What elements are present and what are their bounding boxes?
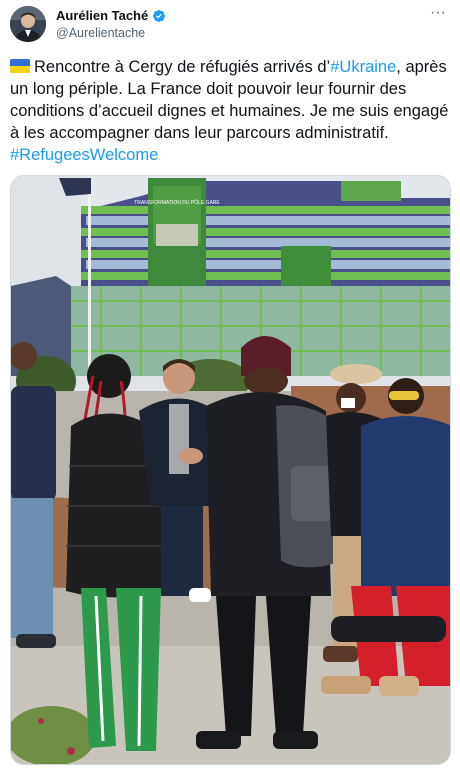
tweet-photo[interactable]: TRANSFORMATION DU PÔLE GARE xyxy=(10,175,451,765)
tweet-text: Rencontre à Cergy de réfugiés arrivés d’… xyxy=(10,56,450,166)
tweet-text-part1: Rencontre à Cergy de réfugiés arrivés d’ xyxy=(34,58,331,76)
verified-badge-icon xyxy=(152,9,166,23)
ukraine-flag-icon xyxy=(10,59,30,73)
hashtag-ukraine-link[interactable]: #Ukraine xyxy=(330,58,396,76)
tweet-header: Aurélien Taché @Aurelientache ··· xyxy=(10,5,450,42)
photo-scene: TRANSFORMATION DU PÔLE GARE xyxy=(11,176,450,764)
author-display-name[interactable]: Aurélien Taché xyxy=(56,8,148,23)
tweet: Aurélien Taché @Aurelientache ··· Rencon… xyxy=(0,0,460,772)
user-avatar-icon xyxy=(10,6,46,42)
hashtag-refugeeswelcome-link[interactable]: #RefugeesWelcome xyxy=(10,146,158,164)
sign-text: TRANSFORMATION DU PÔLE GARE xyxy=(134,199,220,206)
author-avatar[interactable] xyxy=(10,6,46,42)
author-handle[interactable]: @Aurelientache xyxy=(56,26,166,40)
more-options-button[interactable]: ··· xyxy=(426,5,450,26)
author-names: Aurélien Taché @Aurelientache xyxy=(56,8,166,40)
